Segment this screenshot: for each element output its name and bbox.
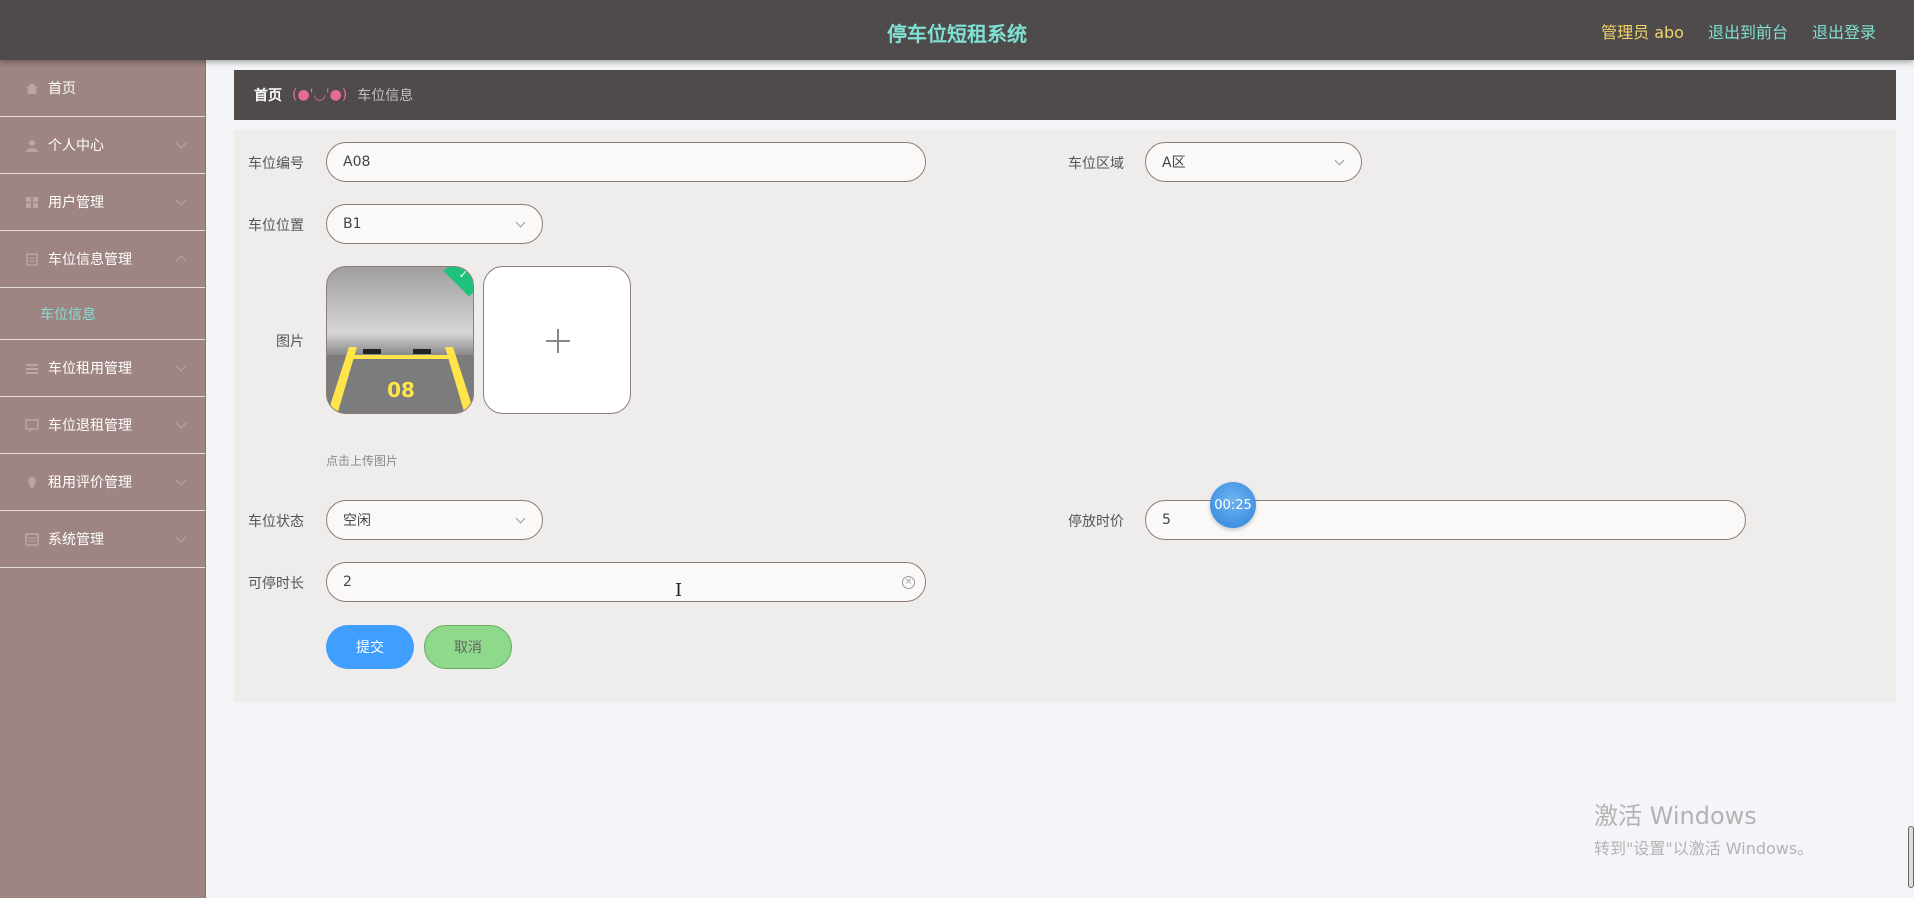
- location-icon: [24, 475, 40, 489]
- message-icon: [24, 418, 40, 432]
- sidebar-subitem-space-info[interactable]: 车位信息: [0, 288, 205, 340]
- chevron-down-icon: [175, 194, 187, 206]
- sidebar-item-return-management[interactable]: 车位退租管理: [0, 397, 205, 454]
- chevron-up-icon: [175, 255, 187, 267]
- user-icon: [24, 138, 40, 152]
- sidebar-item-system-management[interactable]: 系统管理: [0, 511, 205, 568]
- upload-hint: 点击上传图片: [326, 454, 399, 468]
- scrollbar-handle[interactable]: [1908, 826, 1914, 888]
- watermark-subtitle: 转到"设置"以激活 Windows。: [1594, 839, 1814, 858]
- position-select[interactable]: B1: [326, 204, 543, 244]
- space-no-input[interactable]: A08: [326, 142, 926, 182]
- sidebar-item-personal-center[interactable]: 个人中心: [0, 117, 205, 174]
- grid-icon: [24, 195, 40, 209]
- sidebar-item-label: 租用评价管理: [48, 475, 132, 491]
- breadcrumb-home[interactable]: 首页: [254, 85, 282, 105]
- breadcrumb-separator: (●'◡'●): [292, 87, 348, 103]
- menu-icon: [24, 532, 40, 546]
- image-caption: 08: [387, 378, 415, 402]
- top-bar: 停车位短租系统 管理员 abo 退出到前台 退出登录: [0, 0, 1914, 60]
- sidebar-item-label: 首页: [48, 81, 76, 97]
- area-label: 车位区域: [1068, 156, 1124, 172]
- sidebar-item-review-management[interactable]: 租用评价管理: [0, 454, 205, 511]
- logout-link[interactable]: 退出登录: [1812, 19, 1876, 43]
- chevron-down-icon: [175, 531, 187, 543]
- position-label: 车位位置: [248, 218, 304, 234]
- space-no-label: 车位编号: [248, 156, 304, 172]
- document-icon: [24, 252, 40, 266]
- chevron-down-icon: [1334, 155, 1345, 166]
- sidebar-item-user-management[interactable]: 用户管理: [0, 174, 205, 231]
- chevron-down-icon: [175, 417, 187, 429]
- windows-activation-watermark: 激活 Windows 转到"设置"以激活 Windows。: [1594, 796, 1813, 859]
- text-cursor-icon: I: [675, 580, 683, 601]
- submit-button[interactable]: 提交: [326, 625, 414, 669]
- sidebar-item-label: 车位退租管理: [48, 418, 132, 434]
- sidebar-item-home[interactable]: 首页: [0, 60, 205, 117]
- duration-label: 可停时长: [248, 576, 304, 592]
- sidebar-item-label: 车位租用管理: [48, 361, 132, 377]
- upload-button[interactable]: [483, 266, 631, 414]
- admin-label: 管理员 abo: [1601, 23, 1684, 42]
- check-icon: ✓: [458, 268, 468, 281]
- chevron-down-icon: [175, 474, 187, 486]
- top-right-links: 管理员 abo 退出到前台 退出登录: [1601, 19, 1876, 43]
- uploaded-image[interactable]: 08 ✓: [326, 266, 474, 414]
- position-value: B1: [343, 216, 362, 232]
- recording-timer[interactable]: 00:25: [1210, 482, 1256, 528]
- status-label: 车位状态: [248, 514, 304, 530]
- image-label: 图片: [276, 334, 304, 350]
- sidebar-item-label: 车位信息管理: [48, 252, 132, 268]
- clear-icon[interactable]: ×: [902, 576, 915, 589]
- sidebar-item-rental-management[interactable]: 车位租用管理: [0, 340, 205, 397]
- form-panel: 车位编号 A08 车位区域 A区 车位位置 B1 图片 08 ✓ 点击上传图片 …: [234, 130, 1896, 702]
- list-icon: [24, 361, 40, 375]
- sidebar: 首页 个人中心 用户管理 车位信息管理 车位信息 车位租用管理 车位退租管理 租…: [0, 60, 206, 898]
- price-label: 停放时价: [1068, 514, 1124, 530]
- duration-value: 2: [343, 574, 352, 590]
- sidebar-item-space-info-management[interactable]: 车位信息管理: [0, 231, 205, 288]
- status-select[interactable]: 空闲: [326, 500, 543, 540]
- chevron-down-icon: [515, 217, 526, 228]
- chevron-down-icon: [175, 360, 187, 372]
- sidebar-item-label: 用户管理: [48, 195, 104, 211]
- price-value: 5: [1162, 512, 1171, 528]
- cancel-button[interactable]: 取消: [424, 625, 512, 669]
- area-select[interactable]: A区: [1145, 142, 1362, 182]
- breadcrumb: 首页 (●'◡'●) 车位信息: [234, 70, 1896, 120]
- breadcrumb-current: 车位信息: [357, 88, 414, 104]
- watermark-title: 激活 Windows: [1594, 802, 1757, 830]
- duration-input[interactable]: 2 ×: [326, 562, 926, 602]
- sidebar-item-label: 个人中心: [48, 138, 104, 154]
- chevron-down-icon: [175, 137, 187, 149]
- status-value: 空闲: [343, 513, 371, 529]
- sidebar-item-label: 系统管理: [48, 532, 104, 548]
- chevron-down-icon: [515, 513, 526, 524]
- space-no-value: A08: [343, 154, 371, 170]
- area-value: A区: [1162, 155, 1186, 171]
- exit-to-front-link[interactable]: 退出到前台: [1708, 19, 1788, 43]
- parking-space-image: 08: [327, 347, 473, 413]
- home-icon: [24, 81, 40, 95]
